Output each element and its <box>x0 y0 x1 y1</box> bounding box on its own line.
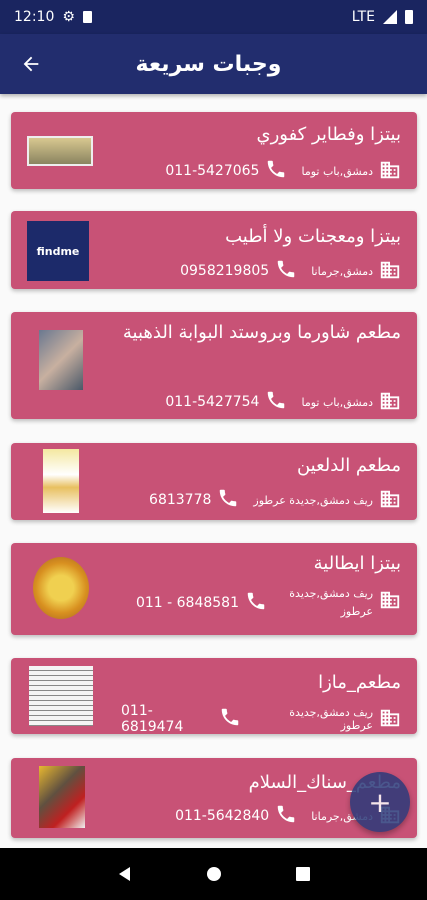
restaurant-thumbnail <box>27 136 93 166</box>
restaurant-name: مطعم شاورما وبروستد البوابة الذهبية <box>122 322 401 343</box>
findme-logo-text: findme <box>36 244 80 258</box>
phone-link[interactable]: 011-6819474 <box>121 703 241 735</box>
restaurant-thumbnail <box>29 666 93 726</box>
phone-link[interactable]: 011 - 6848581 <box>136 590 267 616</box>
restaurant-name: مطعم_مازا <box>318 672 401 693</box>
phone-link[interactable]: 0958219805 <box>180 258 297 284</box>
restaurant-card[interactable]: بيتزا وفطاير كفوري دمشق,باب توما 011-542… <box>11 112 417 189</box>
phone-link[interactable]: 011-5427754 <box>165 389 287 415</box>
building-icon <box>379 488 401 513</box>
restaurant-card[interactable]: بيتزا ايطالية ريف دمشق,جديدة عرطوز 011 -… <box>11 543 417 635</box>
network-label: LTE <box>351 9 375 25</box>
add-button[interactable]: + <box>350 772 410 832</box>
building-icon <box>379 259 401 284</box>
restaurant-address: دمشق,باب توما <box>301 164 373 178</box>
nav-home-icon[interactable] <box>205 865 223 883</box>
settings-icon: ⚙ <box>62 9 75 25</box>
building-icon <box>379 159 401 184</box>
restaurant-address: دمشق,جرمانا <box>311 264 373 278</box>
restaurant-phone: 011-5427754 <box>165 394 260 410</box>
status-bar: 12:10 ⚙ LTE <box>0 0 427 34</box>
phone-icon <box>265 389 287 415</box>
back-arrow-icon[interactable] <box>16 49 46 79</box>
building-icon <box>379 589 401 617</box>
restaurant-address: ريف دمشق,جديدة عرطوز <box>253 493 373 507</box>
system-nav-bar <box>0 848 427 900</box>
battery-icon <box>405 10 413 24</box>
restaurant-card[interactable]: مطعم شاورما وبروستد البوابة الذهبية دمشق… <box>11 312 417 419</box>
restaurant-name: مطعم الدلعين <box>296 455 401 476</box>
plus-icon: + <box>368 785 392 819</box>
nav-back-icon[interactable] <box>116 865 134 883</box>
page-title: وجبات سريعة <box>135 51 282 77</box>
restaurant-phone: 011 - 6848581 <box>135 595 239 611</box>
restaurant-name: بيتزا ايطالية <box>313 553 401 574</box>
restaurant-card[interactable]: مطعم_مازا ريف دمشق,جديدة عرطوز 011-68194… <box>11 658 417 735</box>
restaurant-phone: 011-6819474 <box>121 703 184 735</box>
phone-icon <box>245 590 267 616</box>
restaurant-card[interactable]: مطعم الدلعين ريف دمشق,جديدة عرطوز 681377… <box>11 443 417 520</box>
restaurant-thumbnail <box>39 330 83 390</box>
building-icon <box>379 707 401 732</box>
restaurant-name: بيتزا ومعجنات ولا أطيب <box>225 226 401 247</box>
restaurant-thumbnail: findme <box>27 221 89 281</box>
phone-link[interactable]: 011-5427065 <box>165 158 287 184</box>
phone-icon <box>219 706 241 732</box>
phone-icon <box>275 803 297 829</box>
phone-icon <box>217 487 239 513</box>
phone-icon <box>265 158 287 184</box>
restaurant-thumbnail <box>43 449 79 513</box>
nav-recents-icon[interactable] <box>294 865 312 883</box>
restaurant-phone: 011-5642840 <box>175 808 270 824</box>
building-icon <box>379 390 401 415</box>
restaurant-thumbnail <box>39 766 85 828</box>
restaurant-card[interactable]: بيتزا ومعجنات ولا أطيب دمشق,جرمانا 09582… <box>11 211 417 289</box>
restaurant-address: ريف دمشق,جديدة عرطوز <box>289 706 373 732</box>
sd-card-icon <box>82 11 92 23</box>
restaurant-phone: 6813778 <box>149 492 212 508</box>
phone-link[interactable]: 011-5642840 <box>175 803 297 829</box>
phone-icon <box>275 258 297 284</box>
phone-link[interactable]: 6813778 <box>149 487 239 513</box>
status-time: 12:10 <box>14 9 55 25</box>
restaurant-phone: 0958219805 <box>180 263 270 279</box>
signal-icon <box>383 10 397 24</box>
restaurant-thumbnail <box>33 557 89 619</box>
restaurant-address: ريف دمشق,جديدة عرطوز <box>289 587 373 618</box>
restaurant-address: دمشق,باب توما <box>301 395 373 409</box>
restaurant-phone: 011-5427065 <box>165 163 260 179</box>
app-bar: وجبات سريعة <box>0 34 427 94</box>
restaurant-name: بيتزا وفطاير كفوري <box>256 124 402 145</box>
